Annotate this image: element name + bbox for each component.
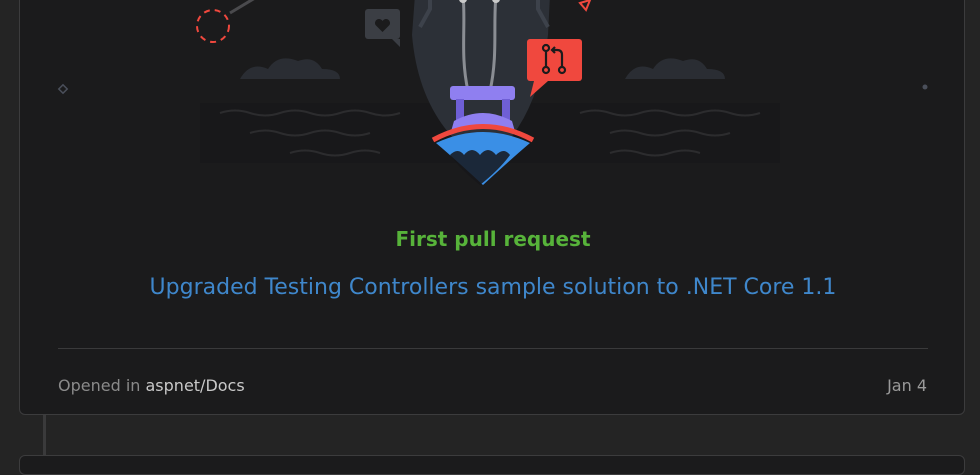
first-pull-request-illustration — [57, 0, 928, 185]
opened-in-label: Opened in — [58, 376, 141, 395]
cloud-right — [625, 58, 725, 79]
dot-marker — [922, 84, 928, 90]
repo-link[interactable]: aspnet/Docs — [146, 376, 245, 395]
dashed-circle — [196, 9, 230, 43]
card-divider — [58, 348, 928, 349]
first-pull-request-card: First pull request Upgraded Testing Cont… — [19, 0, 965, 415]
next-card — [19, 455, 965, 475]
rope-line — [229, 0, 255, 15]
triangle-marker — [578, 0, 592, 12]
pull-request-icon — [527, 39, 582, 97]
opened-date: Jan 4 — [887, 376, 927, 395]
opened-in-info: Opened in aspnet/Docs — [58, 376, 245, 395]
cloud-left — [240, 58, 340, 79]
card-title: First pull request — [395, 227, 591, 251]
timeline-line — [43, 415, 46, 460]
pull-request-link[interactable]: Upgraded Testing Controllers sample solu… — [20, 275, 966, 300]
diamond-marker — [57, 83, 69, 95]
heart-icon — [365, 9, 400, 47]
